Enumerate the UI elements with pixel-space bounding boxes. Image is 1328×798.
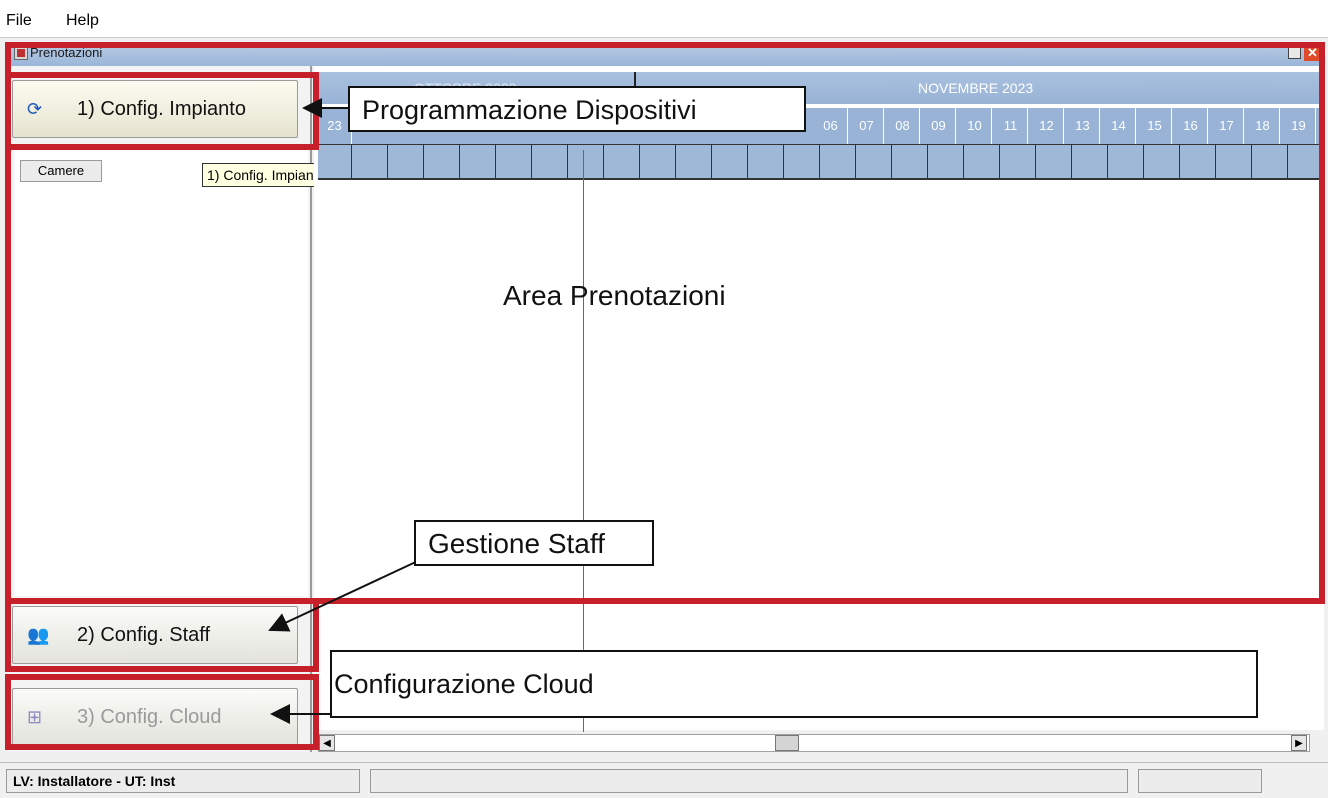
- callout-configurazione-cloud: Configurazione Cloud: [330, 650, 1258, 718]
- arrow-staff: [268, 559, 421, 632]
- callout-area-prenotazioni: Area Prenotazioni: [503, 280, 726, 311]
- callout-gestione-staff: Gestione Staff: [414, 520, 654, 566]
- callout-programmazione: Programmazione Dispositivi: [348, 86, 806, 132]
